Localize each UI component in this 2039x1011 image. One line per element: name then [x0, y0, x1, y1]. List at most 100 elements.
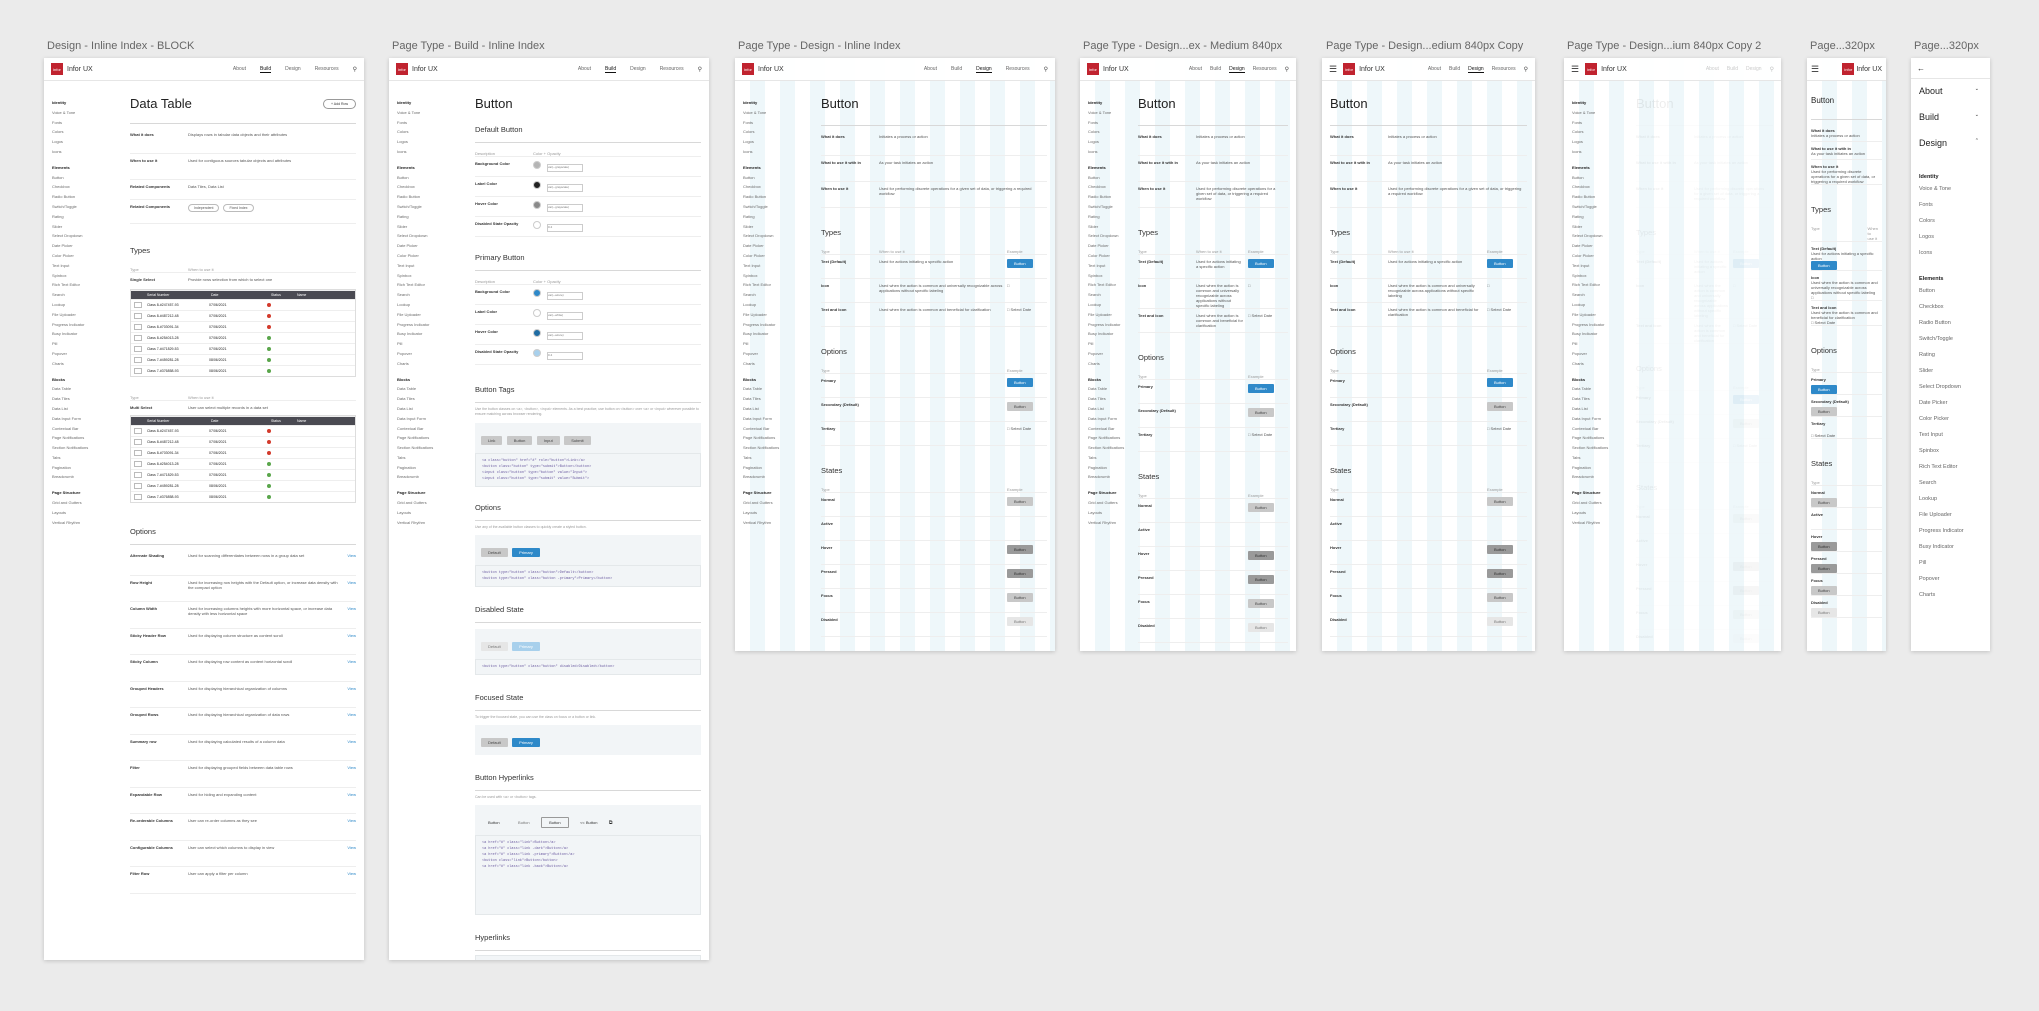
sidebar-item[interactable]: Data Tiles [1572, 396, 1632, 406]
sidebar-item[interactable]: Spinbox [743, 273, 813, 283]
sidebar-item[interactable]: Section Notifications [52, 445, 122, 455]
view-link[interactable]: View [347, 580, 356, 585]
search-icon[interactable]: ⚲ [698, 66, 702, 73]
sidebar-item[interactable]: Spinbox [397, 273, 467, 283]
sidebar-item[interactable]: Color Picker [1088, 253, 1138, 263]
sidebar-item[interactable]: Charts [52, 361, 122, 371]
menu-item[interactable]: Colors [1919, 218, 1979, 234]
sidebar-item[interactable]: Fonts [743, 120, 813, 130]
artboard-design-medium-copy[interactable]: ☰ infor Infor UX About Build Design Reso… [1322, 58, 1535, 651]
sidebar-item[interactable]: Vertical Rhythm [743, 520, 813, 530]
sidebar-item[interactable]: Popover [1088, 351, 1138, 361]
sidebar-item[interactable]: Section Notifications [397, 445, 467, 455]
table-row[interactable]: Class 8-#487212-48 07/06/2021 [131, 310, 355, 321]
sidebar-item[interactable]: Colors [1088, 129, 1138, 139]
hamburger-icon[interactable]: ☰ [1811, 64, 1819, 75]
example-data-table[interactable]: Serial Number Date Status Name Class 8-#2474… [130, 289, 356, 377]
sidebar-item[interactable]: Grid and Gutters [743, 500, 813, 510]
sidebar-item[interactable]: Charts [397, 361, 467, 371]
sidebar-item[interactable]: Text Input [52, 263, 122, 273]
sidebar-item[interactable]: Voice & Tone [397, 110, 467, 120]
sidebar-item[interactable]: Rating [397, 214, 467, 224]
sidebar-item[interactable]: Logos [743, 139, 813, 149]
table-row[interactable]: Class 7-#471829-53 07/06/2021 [131, 469, 355, 480]
menu-item[interactable]: Checkbox [1919, 304, 1979, 320]
menu-item[interactable]: Popover [1919, 576, 1979, 592]
sidebar-item[interactable]: Pagination [743, 465, 813, 475]
table-row[interactable]: Class 8-#247457-93 07/06/2021 [131, 299, 355, 310]
sidebar-item[interactable]: Lookup [743, 302, 813, 312]
sidebar-item[interactable]: Pill [397, 341, 467, 351]
example-button[interactable]: Button [1487, 593, 1513, 602]
sidebar-item[interactable]: Switch/Toggle [1572, 204, 1632, 214]
sidebar-item[interactable]: Layouts [397, 510, 467, 520]
menu-item[interactable]: Slider [1919, 368, 1979, 384]
artboard-mobile-menu[interactable]: ← About ⌄ Build ⌄ Design ⌃ Identity Voice & … [1911, 58, 1990, 651]
sidebar-item[interactable]: Slider [52, 224, 122, 234]
sidebar-item[interactable]: Rich Text Editor [743, 282, 813, 292]
nav-resources[interactable]: Resources [1006, 66, 1030, 72]
back-link-button[interactable]: << Button [573, 818, 604, 827]
row-checkbox[interactable] [134, 483, 142, 489]
sidebar-item[interactable]: Text Input [743, 263, 813, 273]
nav-about[interactable]: About [578, 66, 591, 72]
sidebar-item[interactable]: Contextual Bar [1088, 426, 1138, 436]
sidebar-item[interactable]: Lookup [1572, 302, 1632, 312]
menu-item-build[interactable]: Build ⌄ [1919, 112, 1979, 138]
default-button[interactable]: Default [481, 548, 508, 557]
sidebar-item[interactable]: Progress Indicator [397, 322, 467, 332]
sidebar-item[interactable]: Data List [1088, 406, 1138, 416]
sidebar-item[interactable]: Slider [1088, 224, 1138, 234]
view-link[interactable]: View [347, 845, 356, 850]
sidebar-item[interactable]: Button [1572, 175, 1632, 185]
sidebar-item[interactable]: Data Table [743, 386, 813, 396]
sidebar-item[interactable]: Popover [1572, 351, 1632, 361]
sidebar-item[interactable]: Switch/Toggle [743, 204, 813, 214]
sidebar-item[interactable]: Progress Indicator [743, 322, 813, 332]
sidebar-item[interactable]: Pagination [1572, 465, 1632, 475]
link-button[interactable]: Button [511, 818, 537, 827]
sidebar-item[interactable]: Contextual Bar [1572, 426, 1632, 436]
sidebar-item[interactable]: Search [52, 292, 122, 302]
row-checkbox[interactable] [134, 439, 142, 445]
row-checkbox[interactable] [134, 302, 142, 308]
sidebar-item[interactable]: Rating [1572, 214, 1632, 224]
sidebar-item[interactable]: Icons [1572, 149, 1632, 159]
table-row[interactable]: Class 7-#459281-28 08/06/2021 [131, 354, 355, 365]
table-row[interactable]: Class 8-#703091-34 07/06/2021 [131, 321, 355, 332]
sidebar-item[interactable]: Radio Button [1088, 194, 1138, 204]
sidebar-item[interactable]: Text Input [1088, 263, 1138, 273]
nav-about[interactable]: About [1706, 66, 1719, 72]
sidebar-item[interactable]: Rich Text Editor [397, 282, 467, 292]
example-button[interactable]: Button [1811, 542, 1837, 551]
menu-item-about[interactable]: About ⌄ [1919, 86, 1979, 112]
example-data-table[interactable]: Serial Number Date Status Name Class 8-#2474… [130, 415, 356, 503]
sidebar-item[interactable]: Select Dropdown [1572, 233, 1632, 243]
sidebar-item[interactable]: Grid and Gutters [1088, 500, 1138, 510]
row-checkbox[interactable] [134, 494, 142, 500]
row-checkbox[interactable] [134, 357, 142, 363]
sidebar-item[interactable]: Radio Button [743, 194, 813, 204]
sidebar-item[interactable]: Switch/Toggle [52, 204, 122, 214]
nav-design[interactable]: Design [1468, 66, 1484, 73]
sidebar-item[interactable]: Radio Button [1572, 194, 1632, 204]
sidebar-item[interactable]: Data List [52, 406, 122, 416]
sidebar-item[interactable]: Layouts [743, 510, 813, 520]
menu-item[interactable]: Progress Indicator [1919, 528, 1979, 544]
sidebar-item[interactable]: Rich Text Editor [1572, 282, 1632, 292]
example-button[interactable]: Button [1248, 575, 1274, 584]
example-button[interactable]: Button [1811, 608, 1837, 617]
example-button[interactable]: Button [1248, 384, 1274, 393]
example-button[interactable]: Button [1733, 634, 1759, 643]
sidebar-item[interactable]: Lookup [1088, 302, 1138, 312]
sidebar-item[interactable]: Color Picker [52, 253, 122, 263]
example-button[interactable]: Button [1733, 562, 1759, 571]
sidebar-item[interactable]: Page Notifications [743, 435, 813, 445]
column-header[interactable]: Date [209, 293, 269, 297]
table-row[interactable]: Class 7-#459281-28 08/06/2021 [131, 480, 355, 491]
artboard-design-medium[interactable]: infor Infor UX About Build Design Resour… [1080, 58, 1296, 651]
column-header[interactable]: Serial Number [145, 293, 209, 297]
sidebar-item[interactable]: Busy Indicator [52, 331, 122, 341]
sidebar-item[interactable]: Data Input Form [397, 416, 467, 426]
sidebar-item[interactable]: Data Table [1572, 386, 1632, 396]
